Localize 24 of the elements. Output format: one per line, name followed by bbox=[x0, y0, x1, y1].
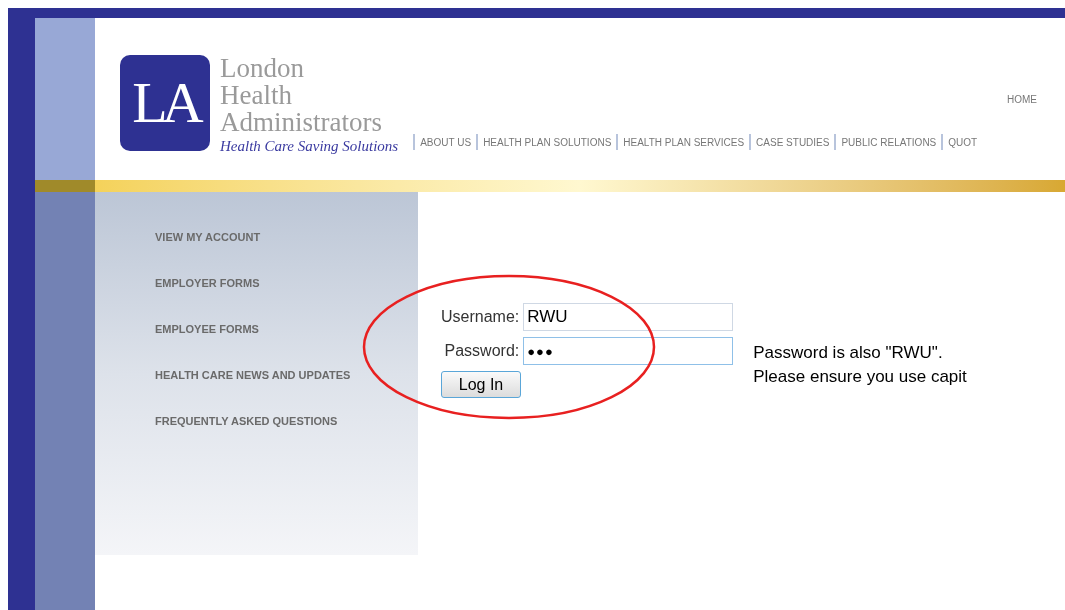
login-button[interactable]: Log In bbox=[441, 371, 521, 398]
sidebar-item[interactable]: EMPLOYEE FORMS bbox=[155, 322, 418, 336]
company-name: London bbox=[220, 55, 305, 82]
username-label: Username: bbox=[441, 307, 520, 327]
company-name: Administrators bbox=[220, 109, 383, 136]
tagline: Health Care Saving Solutions bbox=[220, 137, 399, 155]
nav-link[interactable]: QUOT bbox=[948, 134, 978, 150]
company-name: Health bbox=[220, 82, 293, 109]
password-note: Please ensure you use capit bbox=[753, 366, 967, 388]
nav-link[interactable]: HEALTH PLAN SOLUTIONS bbox=[483, 134, 612, 150]
sidebar-item[interactable]: EMPLOYER FORMS bbox=[155, 276, 418, 290]
sidebar-item[interactable]: VIEW MY ACCOUNT bbox=[155, 230, 418, 244]
nav-link[interactable]: CASE STUDIES bbox=[756, 134, 830, 150]
password-label: Password: bbox=[444, 341, 520, 361]
logo-icon: LA bbox=[120, 55, 210, 151]
nav-link[interactable]: HEALTH PLAN SERVICES bbox=[623, 134, 745, 150]
password-field[interactable]: ●●● bbox=[523, 337, 734, 365]
password-note: Password is also "RWU". bbox=[753, 342, 944, 364]
username-field[interactable]: RWU bbox=[523, 303, 734, 331]
nav-link[interactable]: ABOUT US bbox=[420, 134, 472, 150]
home-link[interactable]: HOME bbox=[1007, 92, 1037, 107]
nav-link[interactable]: PUBLIC RELATIONS bbox=[841, 134, 937, 150]
sidebar-item[interactable]: HEALTH CARE NEWS AND UPDATES bbox=[155, 368, 418, 382]
sidebar-item[interactable]: FREQUENTLY ASKED QUESTIONS bbox=[155, 414, 418, 428]
